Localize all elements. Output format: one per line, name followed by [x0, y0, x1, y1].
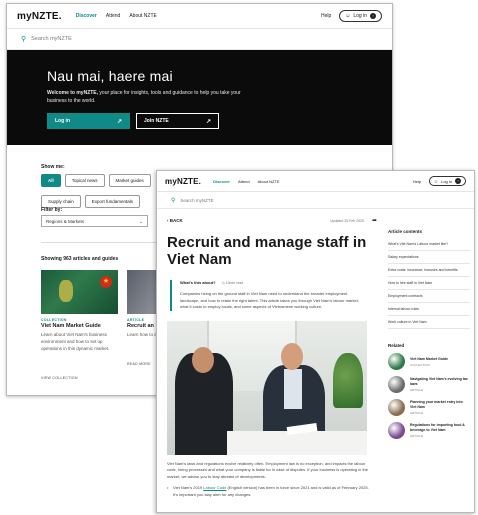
arrow-up-right-icon: ↗ [205, 118, 211, 125]
nav-attend[interactable]: Attend [106, 13, 120, 19]
card-title: Viet Nam Market Guide [41, 323, 101, 329]
nav-about[interactable]: About NZTE [129, 13, 157, 19]
about-callout: What's this about? ◷ 10min read Companie… [170, 280, 366, 311]
mynzte-logo[interactable]: myNZTE. [17, 11, 62, 22]
hero-title: Nau mai, haere mai [47, 68, 173, 84]
arrow-up-right-icon: ↗ [116, 118, 122, 125]
search-bar[interactable]: ⚲ Search myNZTE [157, 192, 474, 209]
search-placeholder: Search myNZTE [180, 197, 214, 203]
contents-item[interactable]: Employment contracts [388, 290, 470, 303]
chip-export-fundamentals[interactable]: Export fundamentals [84, 195, 141, 208]
search-bar[interactable]: ⚲ Search myNZTE [7, 29, 392, 50]
contents-heading: Article contents [388, 229, 423, 234]
related-item[interactable]: Regulations for importing food & beverag… [388, 422, 470, 439]
article-main: ‹ BACK Updated 25 Feb 2025 ➦ Recruit and… [167, 217, 377, 498]
photo-table [227, 430, 367, 455]
card-desc: Learn about Viet Nam's business environm… [41, 332, 110, 351]
top-nav: myNZTE. Discover Attend About NZTE Help … [157, 171, 474, 192]
related-item[interactable]: Viet Nam Market Guide COLLECTION [388, 353, 470, 370]
about-header: What's this about? ◷ 10min read [180, 280, 366, 285]
join-nzte-button[interactable]: Join NZTE ↗ [136, 113, 219, 129]
photo-head-right [281, 342, 303, 370]
card-link[interactable]: VIEW COLLECTION [41, 376, 118, 380]
photo-shirt [284, 368, 302, 409]
region-select[interactable]: Regions & Markets ⌄ [41, 215, 148, 227]
search-icon: ⚲ [171, 197, 176, 204]
about-question: What's this about? [180, 280, 216, 285]
hero-login-label: Log in [55, 118, 70, 124]
login-button[interactable]: ☺ Log in › [429, 176, 466, 186]
related-text: Viet Nam Market Guide COLLECTION [410, 356, 449, 367]
card-image: ★ [41, 270, 118, 314]
contents-item[interactable]: Salary expectations [388, 251, 470, 264]
related-thumbnail [388, 399, 405, 416]
about-text: Companies hiring on the ground staff in … [180, 291, 359, 309]
results-count: Showing 963 articles and guides [41, 256, 119, 262]
chip-market-guides[interactable]: Market guides [108, 174, 151, 187]
user-icon: ☺ [345, 13, 351, 19]
login-label: Log in [441, 178, 452, 184]
help-link[interactable]: Help [321, 13, 331, 19]
related-text: Planning your market entry into Viet Nam… [410, 400, 463, 415]
lantern-decoration [59, 280, 73, 302]
contents-item[interactable]: Internal labour rules [388, 303, 470, 316]
nav-attend[interactable]: Attend [238, 179, 250, 184]
labour-code-link[interactable]: Labour Code [203, 485, 226, 490]
article-title: Recruit and manage staff in Viet Nam [167, 234, 367, 268]
related-thumbnail [388, 422, 405, 439]
login-label: Log in [353, 13, 367, 19]
vietnam-flag-icon: ★ [100, 276, 112, 288]
photo-plant [333, 352, 363, 408]
related-heading: Related [388, 343, 405, 348]
updated-date: Updated 25 Feb 2025 [330, 218, 364, 223]
chevron-icon: › [370, 13, 376, 19]
related-thumbnail [388, 353, 405, 370]
related-item[interactable]: Planning your market entry into Viet Nam… [388, 399, 470, 416]
contents-item[interactable]: How to hire staff in Viet Nam [388, 277, 470, 290]
login-button[interactable]: ☺ Log in › [339, 10, 382, 22]
nav-about[interactable]: About NZTE [258, 179, 280, 184]
chip-all[interactable]: All [41, 174, 61, 187]
related-text: Navigating Viet Nam's evolving tax laws A… [410, 377, 468, 392]
top-nav: myNZTE. Discover Attend About NZTE Help … [7, 4, 392, 29]
nav-discover[interactable]: Discover [76, 13, 97, 19]
contents-item[interactable]: Extra costs: insurance, bonuses and bene… [388, 264, 470, 277]
article-meta: Updated 25 Feb 2025 ➦ [330, 217, 377, 224]
hero-intro: Welcome to myNZTE, your place for insigh… [47, 90, 241, 104]
article-sidebar: Article contents What's Viet Nam's Labou… [388, 229, 470, 445]
related-item[interactable]: Navigating Viet Nam's evolving tax laws A… [388, 376, 470, 393]
hero-buttons: Log in ↗ Join NZTE ↗ [47, 113, 352, 129]
search-placeholder: Search myNZTE [31, 36, 72, 42]
back-button[interactable]: ‹ BACK [167, 218, 183, 223]
screenshot-composite: myNZTE. Discover Attend About NZTE Help … [0, 0, 478, 515]
contents-item[interactable]: What's Viet Nam's Labour market like? [388, 238, 470, 251]
article-toolbar: ‹ BACK Updated 25 Feb 2025 ➦ [167, 217, 377, 224]
user-icon: ☺ [434, 178, 439, 184]
related-thumbnail [388, 376, 405, 393]
hero-login-button[interactable]: Log in ↗ [47, 113, 130, 129]
chevron-icon: › [455, 178, 461, 184]
filter-by-label: Filter by: [41, 207, 63, 213]
chevron-down-icon: ⌄ [139, 219, 143, 224]
share-icon[interactable]: ➦ [372, 217, 377, 224]
show-me-label: Show me: [41, 164, 65, 170]
search-icon: ⚲ [21, 36, 27, 43]
contents-item[interactable]: Work culture in Viet Nam [388, 316, 470, 329]
card-kind: COLLECTION [41, 318, 67, 322]
article-page-window: myNZTE. Discover Attend About NZTE Help … [156, 170, 475, 513]
hero-banner: Nau mai, haere mai Welcome to myNZTE, yo… [7, 50, 392, 145]
card-market-guide[interactable]: ★ COLLECTION Viet Nam Market Guide Learn… [41, 270, 118, 380]
chip-topical-news[interactable]: Topical news [64, 174, 105, 187]
mynzte-logo[interactable]: myNZTE. [165, 177, 201, 186]
read-time: ◷ 10min read [221, 280, 244, 285]
join-label: Join NZTE [144, 118, 169, 124]
photo-head-left [192, 346, 214, 373]
related-text: Regulations for importing food & beverag… [410, 423, 465, 438]
bullet-item: Viet Nam's 2019 Labour Code (English ver… [167, 485, 373, 498]
nav-discover[interactable]: Discover [213, 179, 230, 184]
region-select-value: Regions & Markets [46, 219, 85, 224]
hero-photo [167, 320, 367, 455]
body-paragraph: Viet Nam's laws and regulations evolve r… [167, 460, 368, 479]
help-link[interactable]: Help [413, 179, 421, 184]
